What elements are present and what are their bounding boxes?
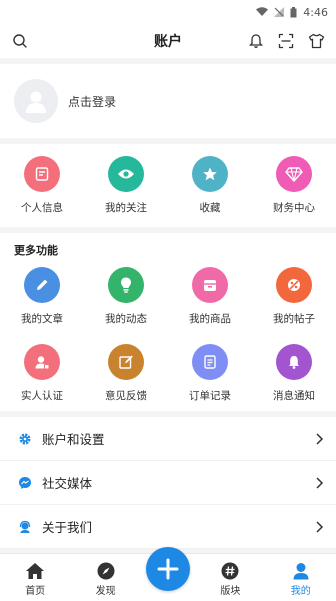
more-item-posts[interactable]: 我的帖子: [259, 267, 329, 326]
status-bar: 4:46: [0, 0, 336, 24]
edit-box-icon: [119, 355, 133, 369]
more-item-verification[interactable]: 实人认证: [7, 344, 77, 403]
wifi-icon: [256, 7, 269, 16]
more-item-label: 消息通知: [273, 390, 315, 402]
quick-item-circle: [192, 156, 228, 192]
pencil-icon: [37, 279, 48, 290]
chevron-right-icon: [316, 432, 324, 445]
quick-item-favorites[interactable]: 收藏: [175, 156, 245, 215]
list-item-about-us[interactable]: 关于我们: [0, 505, 336, 549]
profile-card-icon: [35, 167, 49, 181]
tshirt-icon[interactable]: [306, 31, 326, 51]
list-item-label: 账户和设置: [42, 432, 105, 447]
more-item-circle: [24, 344, 60, 380]
quick-item-following[interactable]: 我的关注: [91, 156, 161, 215]
tab-discover[interactable]: 发现: [76, 562, 136, 597]
bell-icon[interactable]: [246, 31, 266, 51]
person-icon: [293, 563, 309, 580]
diamond-icon: [285, 167, 303, 182]
hashtag-icon: [221, 562, 239, 580]
quick-item-label: 财务中心: [273, 202, 315, 214]
login-prompt[interactable]: 点击登录: [68, 93, 116, 110]
shop-icon: [204, 280, 216, 291]
lightbulb-icon: [121, 277, 131, 293]
avatar[interactable]: [14, 79, 58, 123]
list-item-label: 社交媒体: [42, 476, 93, 491]
tab-mine[interactable]: 我的: [271, 562, 331, 597]
more-item-orders[interactable]: 订单记录: [175, 344, 245, 403]
more-item-label: 订单记录: [189, 390, 231, 402]
tab-boards[interactable]: 版块: [200, 562, 260, 597]
quick-item-label: 收藏: [199, 202, 221, 214]
more-item-circle: [192, 267, 228, 303]
bell-icon: [289, 356, 299, 369]
top-bar: 账户: [0, 24, 336, 58]
tab-label: 版块: [220, 586, 241, 597]
no-signal-icon: [274, 7, 285, 17]
more-item-circle: [108, 267, 144, 303]
more-item-circle: [192, 344, 228, 380]
more-functions: 更多功能 我的文章 我的动态 我的商品 我的帖子 实人认证 意见反馈 订单记录 …: [0, 233, 336, 411]
more-item-circle: [276, 344, 312, 380]
quick-item-circle: [108, 156, 144, 192]
tab-label: 首页: [25, 586, 46, 597]
more-item-feedback[interactable]: 意见反馈: [91, 344, 161, 403]
home-icon: [26, 563, 45, 579]
more-item-label: 我的商品: [189, 313, 231, 325]
tab-home[interactable]: 首页: [5, 562, 65, 597]
quick-item-label: 我的关注: [105, 202, 147, 214]
more-item-label: 实人认证: [21, 390, 63, 402]
list-item-social-media[interactable]: 社交媒体: [0, 461, 336, 505]
eye-icon: [118, 169, 134, 179]
more-item-articles[interactable]: 我的文章: [7, 267, 77, 326]
quick-actions: 个人信息 我的关注 收藏 财务中心: [0, 144, 336, 227]
more-item-label: 我的文章: [21, 313, 63, 325]
more-item-label: 意见反馈: [105, 390, 147, 402]
tab-label: 发现: [95, 586, 116, 597]
gear-icon: [18, 432, 32, 446]
quick-item-label: 个人信息: [21, 202, 63, 214]
quick-item-circle: [24, 156, 60, 192]
more-item-label: 我的动态: [105, 313, 147, 325]
battery-icon: [290, 6, 297, 17]
search-icon[interactable]: [10, 31, 30, 51]
messenger-icon: [18, 476, 32, 490]
tab-label: 我的: [290, 586, 311, 597]
more-item-circle: [276, 267, 312, 303]
person-badge-icon: [35, 356, 50, 370]
star-icon: [203, 167, 217, 181]
list-item-label: 关于我们: [42, 520, 93, 535]
more-item-circle: [24, 267, 60, 303]
more-item-products[interactable]: 我的商品: [175, 267, 245, 326]
quick-item-circle: [276, 156, 312, 192]
default-avatar-icon: [26, 91, 46, 113]
chevron-right-icon: [316, 520, 324, 533]
login-card[interactable]: 点击登录: [0, 64, 336, 138]
more-item-circle: [108, 344, 144, 380]
more-item-label: 我的帖子: [273, 313, 315, 325]
quick-item-profile[interactable]: 个人信息: [7, 156, 77, 215]
scan-icon[interactable]: [276, 31, 296, 51]
list-item-account-settings[interactable]: 账户和设置: [0, 417, 336, 461]
receipt-icon: [204, 355, 216, 369]
more-item-notifications[interactable]: 消息通知: [259, 344, 329, 403]
more-item-moments[interactable]: 我的动态: [91, 267, 161, 326]
section-title: 更多功能: [14, 244, 58, 257]
add-post-button[interactable]: [146, 547, 190, 591]
compass-icon: [97, 562, 115, 580]
chevron-right-icon: [316, 476, 324, 489]
post-icon: [288, 279, 300, 291]
status-time: 4:46: [303, 5, 328, 19]
quick-item-finance[interactable]: 财务中心: [259, 156, 329, 215]
plus-icon: [157, 558, 179, 580]
support-icon: [18, 520, 32, 534]
